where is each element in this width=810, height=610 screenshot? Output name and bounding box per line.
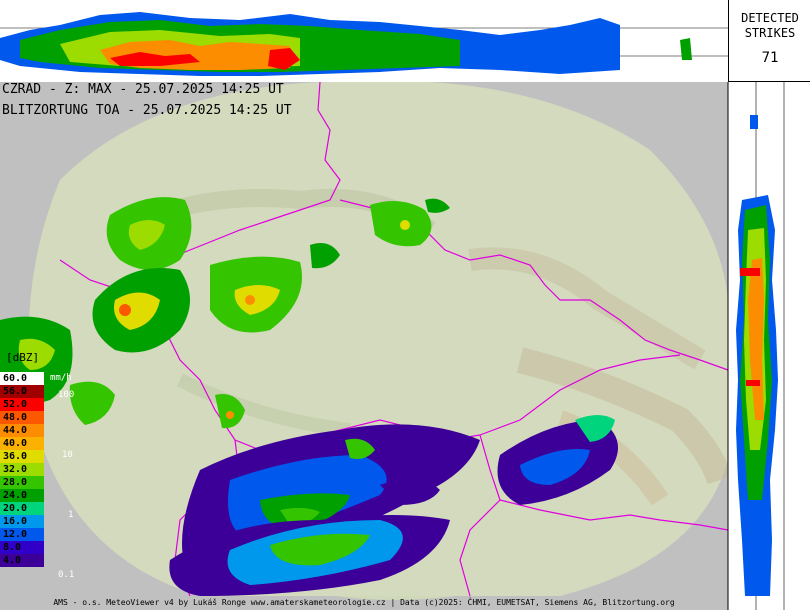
legend-entry: 28.0: [0, 476, 44, 489]
legend-rain-mark-1: 1: [68, 510, 74, 520]
legend-entry: 60.0: [0, 372, 44, 385]
footer-credits: AMS - o.s. MeteoViewer v4 by Lukáš Ronge…: [53, 598, 675, 607]
legend-entry: 8.0: [0, 541, 44, 554]
legend-entry: 32.0: [0, 463, 44, 476]
strikes-label-line2: STRIKES: [744, 26, 796, 40]
lightning-product-label: BLITZORTUNG TOA - 25.07.2025 14:25 UT: [2, 103, 292, 118]
legend-entry: 24.0: [0, 489, 44, 502]
legend-entry: 20.0: [0, 502, 44, 515]
legend-rain-mark-01: 0.1: [58, 570, 75, 580]
legend-rain-mark-100: 100: [58, 390, 75, 400]
legend-entry: 4.0: [0, 554, 44, 567]
horizontal-profile: [0, 0, 728, 82]
legend-entry: 44.0: [0, 424, 44, 437]
legend-entry: 40.0: [0, 437, 44, 450]
legend-entry: 48.0: [0, 411, 44, 424]
strikes-count: 71: [761, 50, 779, 66]
legend-title: [dBZ]: [6, 351, 40, 364]
legend-entry: 52.0: [0, 398, 44, 411]
legend-unit: mm/h: [50, 373, 72, 383]
strikes-counter-panel: DETECTED STRIKES 71: [728, 0, 810, 82]
legend-entry: 56.0: [0, 385, 44, 398]
radar-product-label: CZRAD - Z: MAX - 25.07.2025 14:25 UT: [2, 82, 284, 97]
strikes-label-line1: DETECTED: [741, 11, 799, 25]
legend-entry: 12.0: [0, 528, 44, 541]
legend-entry: 16.0: [0, 515, 44, 528]
vertical-profile: [727, 82, 810, 610]
legend-rain-mark-10: 10: [62, 450, 73, 460]
legend-entry: 36.0: [0, 450, 44, 463]
